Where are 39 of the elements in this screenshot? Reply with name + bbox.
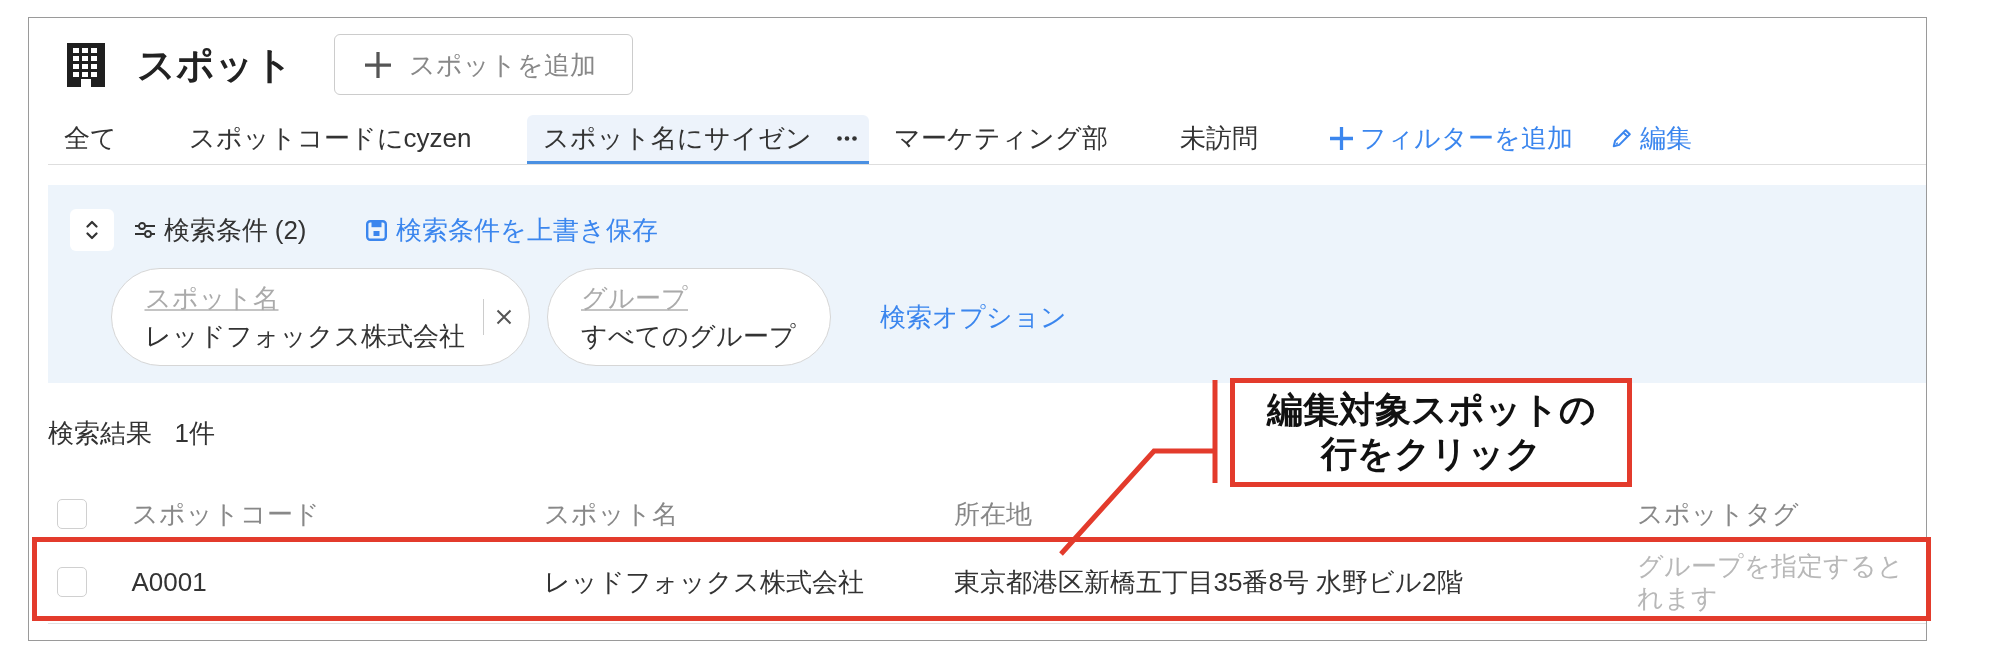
plus-icon xyxy=(1330,126,1354,150)
add-spot-button[interactable]: スポットを追加 xyxy=(333,34,633,95)
column-header: スポットタグ xyxy=(1636,498,1799,529)
filter-tab[interactable]: 未訪問 xyxy=(1164,115,1275,164)
field-label: グループ xyxy=(581,282,688,315)
results-label: 検索結果 xyxy=(47,417,152,450)
table-cell: 東京都港区新橋五丁目35番8号 水野ビル2階 xyxy=(953,567,1463,597)
column-header: 所在地 xyxy=(953,498,1032,529)
column-header: スポットコード xyxy=(131,498,320,529)
filter-tab[interactable]: 全て xyxy=(47,115,133,164)
toggle-button[interactable] xyxy=(69,209,114,251)
filter-tab[interactable]: スポットコードにcyzen xyxy=(172,115,488,164)
row-checkbox[interactable] xyxy=(56,567,87,597)
results-count: 1件 xyxy=(174,417,215,450)
building-icon xyxy=(66,42,105,87)
callout: 編集対象スポットの行をクリック xyxy=(1230,378,1632,487)
page-title: スポット xyxy=(136,42,293,88)
table-cell: グループを指定すると れます xyxy=(1636,550,1904,614)
filter-tab[interactable]: スポット名にサイゼン xyxy=(527,115,870,164)
field-value: すべてのグループ xyxy=(581,320,796,353)
search-conditions-label: 検索条件 (2) xyxy=(163,214,307,246)
column-header: スポット名 xyxy=(543,498,678,529)
clear-icon[interactable] xyxy=(496,309,512,325)
filter-field[interactable]: スポット名 レッドフォックス株式会社 xyxy=(110,268,530,366)
edit-link[interactable]: 編集 xyxy=(1611,115,1693,164)
filter-tab[interactable]: マーケティング部 xyxy=(878,115,1125,164)
select-all-checkbox[interactable] xyxy=(56,498,87,529)
pencil-icon xyxy=(1611,127,1634,149)
table-cell: A0001 xyxy=(131,567,207,597)
save-icon xyxy=(365,219,387,241)
sliders-icon xyxy=(134,221,155,239)
field-label: スポット名 xyxy=(144,282,279,315)
more-icon[interactable] xyxy=(837,135,858,141)
filter-field[interactable]: グループ すべてのグループ xyxy=(547,268,831,366)
table-cell: レッドフォックス株式会社 xyxy=(543,567,864,597)
chevrons-icon xyxy=(85,219,98,241)
field-value: レッドフォックス株式会社 xyxy=(144,320,465,353)
add-filter-link[interactable]: フィルターを追加 xyxy=(1330,115,1574,164)
plus-icon xyxy=(364,51,391,78)
